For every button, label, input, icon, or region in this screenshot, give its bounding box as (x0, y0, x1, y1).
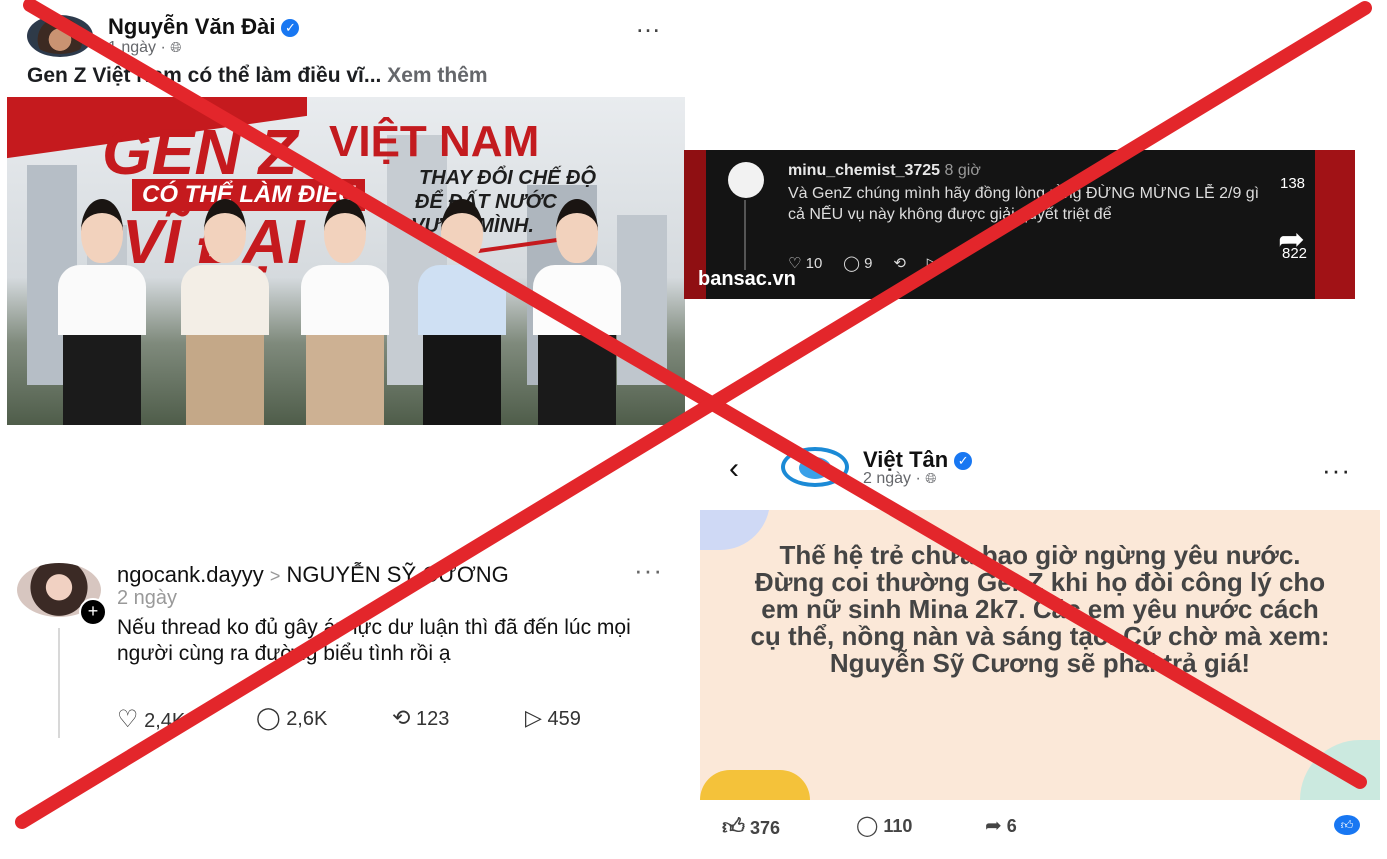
post1-time: 1 ngày · (108, 39, 166, 56)
post4-text: Thế hệ trẻ chưa bao giờ ngừng yêu nước. … (750, 540, 1330, 678)
threads-text: Nếu thread ko đủ gây áp lực dư luận thì … (117, 616, 631, 665)
more-options-icon[interactable]: ··· (1322, 455, 1351, 486)
student-figure (175, 199, 275, 425)
tagged-user[interactable]: NGUYỄN SỸ CƯƠNG (287, 562, 509, 587)
threads-username[interactable]: ngocank.dayyy (117, 562, 264, 587)
share-reaction[interactable]: ➦ 6 (985, 813, 1017, 838)
share-arrow-icon: ➦ (985, 815, 1002, 837)
like-bubble-icon: 👍︎ (1334, 815, 1360, 835)
share-icon[interactable]: ▷ (927, 255, 939, 272)
threads-header: ngocank.dayyy > NGUYỄN SỸ CƯƠNG (117, 562, 509, 588)
share-button[interactable]: ▷ 459 (525, 705, 581, 731)
comment-icon: ◯ (856, 815, 879, 837)
like-count: 376 (750, 818, 781, 838)
like-reaction[interactable]: 👍︎ 376 (722, 813, 780, 840)
repost-count: 123 (416, 708, 450, 730)
threads-screenshot: minu_chemist_3725 8 giờ Và GenZ chúng mì… (684, 150, 1355, 299)
follow-plus-icon[interactable]: + (79, 598, 107, 626)
comment-icon: ◯ (256, 705, 281, 730)
post1-author[interactable]: Nguyễn Văn Đài ✓ (108, 14, 300, 40)
post4-text-card: Thế hệ trẻ chưa bao giờ ngừng yêu nước. … (700, 510, 1380, 800)
comment-icon[interactable]: ◯ (843, 255, 860, 272)
send-icon: ▷ (525, 705, 542, 730)
globe-icon: 🌐︎ (925, 470, 937, 486)
thread-connector (744, 200, 746, 270)
post1-meta: 1 ngày · 🌐︎ (108, 39, 181, 57)
image-headline-genz: GEN Z (102, 116, 298, 188)
repost-icon[interactable]: ⟲ (893, 255, 906, 272)
threads-time: 2 ngày (117, 587, 178, 609)
verified-badge-icon: ✓ (954, 452, 973, 471)
comment-count: 9 (864, 255, 873, 272)
threads-actions: ♡ 10 ◯ 9 ⟲ ▷ (788, 254, 938, 272)
threads-text: Và GenZ chúng mình hãy đồng lòng rằng ĐỪ… (788, 185, 1260, 223)
watermark: bansac.vn (698, 268, 796, 290)
side-count-bottom: 822 (1282, 245, 1308, 262)
more-options-icon[interactable]: … (635, 8, 662, 39)
heart-icon: ♡ (117, 706, 139, 733)
post1-image[interactable]: GEN Z VIỆT NAM CÓ THỂ LÀM ĐIỀU VĨ ĐẠI TH… (7, 97, 685, 425)
verified-badge-icon: ✓ (281, 19, 300, 38)
globe-icon: 🌐︎ (170, 39, 182, 55)
avatar (728, 162, 764, 198)
side-count-top: 138 (1280, 175, 1306, 192)
see-more-link[interactable]: Xem thêm (387, 64, 487, 87)
post1-caption: Gen Z Việt Nam có thể làm điều vĩ... Xem… (27, 64, 488, 87)
repost-icon: ⟲ (392, 705, 411, 730)
student-figure (52, 199, 152, 425)
comment-button[interactable]: ◯ 2,6K (256, 705, 327, 731)
student-figure (527, 199, 627, 425)
share-count: 459 (547, 708, 581, 730)
thumbs-up-icon: 👍︎ (722, 814, 745, 839)
like-count: 10 (805, 255, 823, 272)
share-count: 6 (1006, 816, 1017, 836)
image-headline-vietnam: VIỆT NAM (329, 117, 540, 166)
back-arrow-icon[interactable]: ‹ (729, 452, 739, 486)
comment-reaction[interactable]: ◯ 110 (856, 813, 912, 838)
thread-connector (58, 628, 60, 738)
like-count: 2,4K (144, 710, 186, 732)
image-tag-1: THAY ĐỔI CHẾ ĐỘ (419, 167, 597, 189)
repost-button[interactable]: ⟲ 123 (392, 705, 449, 731)
post4-time: 2 ngày · (863, 470, 921, 487)
threads-username[interactable]: minu_chemist_3725 (788, 162, 940, 179)
student-figure (412, 199, 512, 425)
comment-count: 2,6K (286, 708, 328, 730)
post4-meta: 2 ngày · 🌐︎ (863, 470, 936, 488)
like-button[interactable]: ♡ 2,4K (117, 705, 185, 734)
page-avatar[interactable] (781, 447, 849, 487)
author-avatar[interactable] (27, 15, 93, 57)
student-figure (295, 199, 395, 425)
chevron-right-icon: > (269, 566, 281, 586)
threads-time: 8 giờ (944, 162, 981, 179)
comment-count: 110 (883, 816, 913, 836)
more-options-icon[interactable]: ··· (634, 555, 663, 586)
